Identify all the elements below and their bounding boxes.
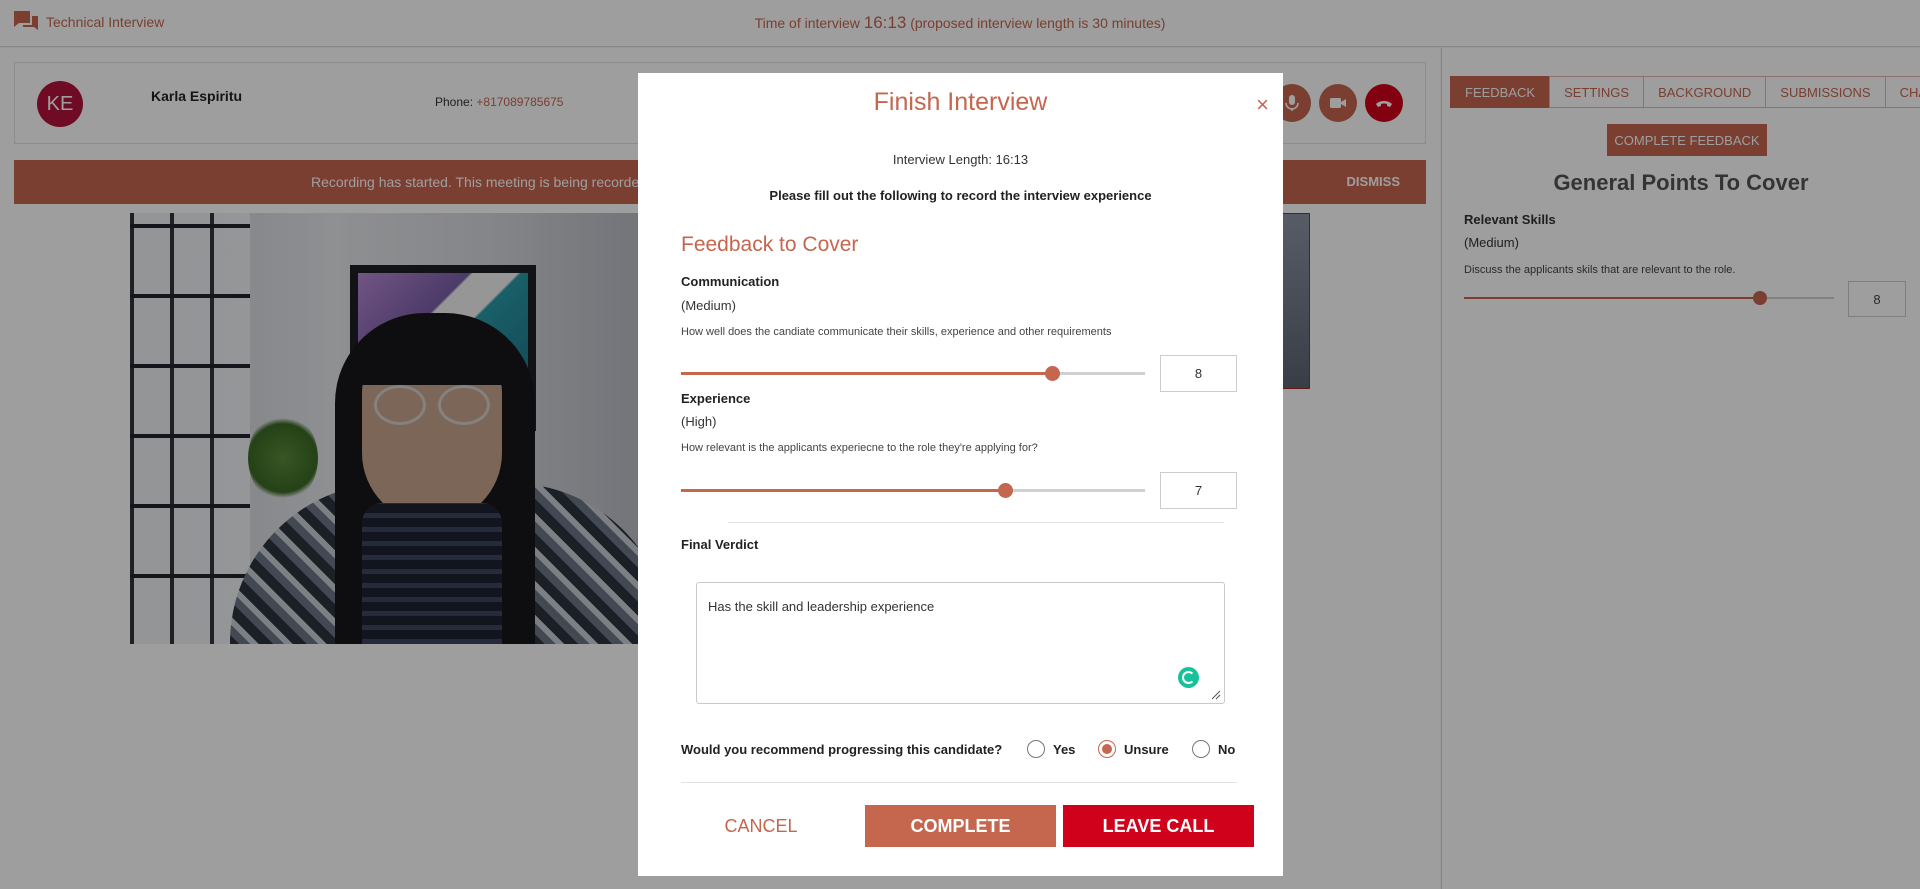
leave-call-button[interactable]: LEAVE CALL: [1063, 805, 1254, 847]
radio-yes[interactable]: Yes: [1027, 740, 1075, 758]
criterion-description: How relevant is the applicants experiecn…: [681, 442, 1038, 454]
interview-length: Interview Length: 16:13: [892, 152, 1029, 167]
divider: [681, 782, 1237, 783]
slider-handle[interactable]: [1044, 366, 1060, 381]
finish-interview-dialog: Finish Interview × Interview Length: 16:…: [638, 73, 1283, 876]
instruction-text: Please fill out the following to record …: [769, 188, 1152, 203]
criterion-title: Experience: [681, 391, 751, 406]
divider: [728, 522, 1224, 523]
section-title: Feedback to Cover: [681, 233, 859, 256]
radio-label: No: [1218, 741, 1236, 757]
radio-circle: [1027, 740, 1045, 758]
complete-button[interactable]: COMPLETE: [865, 805, 1056, 847]
slider-handle[interactable]: [998, 483, 1014, 498]
dialog-title: Finish Interview: [873, 88, 1048, 116]
radio-circle: [1098, 740, 1116, 758]
close-icon[interactable]: ×: [1256, 92, 1269, 118]
criterion-level: (High): [681, 414, 717, 429]
radio-label: Yes: [1053, 741, 1076, 757]
recommend-question: Would you recommend progressing this can…: [681, 742, 1003, 757]
criterion-title: Communication: [681, 274, 780, 289]
radio-label: Unsure: [1124, 741, 1169, 757]
communication-slider[interactable]: [681, 366, 1145, 381]
radio-no[interactable]: No: [1192, 740, 1235, 758]
resize-grip-icon[interactable]: [1211, 690, 1221, 700]
criterion-level: (Medium): [681, 298, 736, 313]
experience-score[interactable]: 7: [1160, 472, 1237, 509]
verdict-textarea[interactable]: [696, 582, 1225, 704]
cancel-button[interactable]: CANCEL: [681, 805, 841, 847]
criterion-description: How well does the candiate communicate t…: [681, 326, 1112, 338]
radio-circle: [1192, 740, 1210, 758]
radio-unsure[interactable]: Unsure: [1098, 740, 1169, 758]
experience-slider[interactable]: [681, 483, 1145, 498]
communication-score[interactable]: 8: [1160, 355, 1237, 392]
verdict-label: Final Verdict: [681, 537, 759, 552]
grammarly-icon[interactable]: [1178, 667, 1199, 688]
